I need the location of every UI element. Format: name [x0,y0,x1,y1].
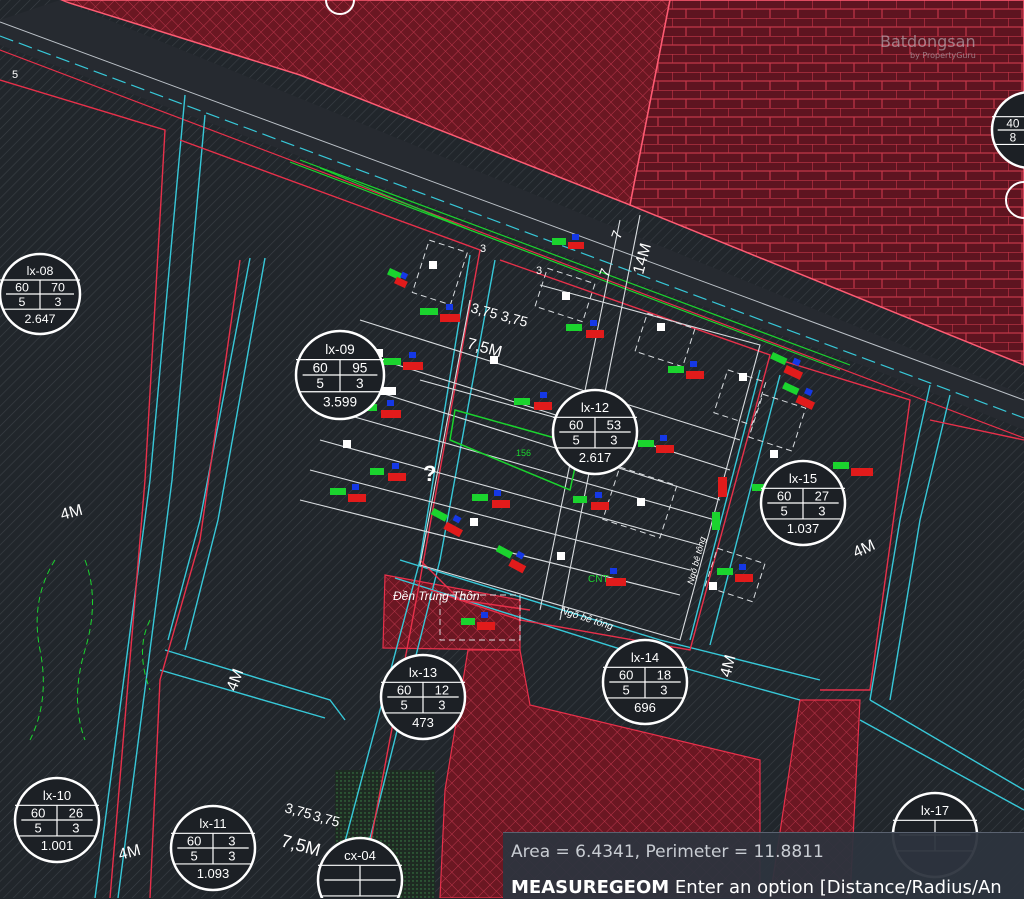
lot-badge-area: 2.617 [579,450,612,465]
lot-badge-a: 60 [619,667,633,682]
lot-badge-d: 3 [228,849,235,864]
lot-badge-b: 53 [607,417,621,432]
temple-label: Đền Trung Thôn [393,589,480,603]
lot-badge-b: 95 [352,360,367,375]
lot-badge-d: 3 [72,821,79,836]
command-prompt[interactable]: MEASUREGEOM Enter an option [Distance/Ra… [511,877,1024,898]
lot-badge-area: 1.093 [197,866,230,881]
lot-badge-id: lx-12 [581,400,609,415]
dim-3-a: 3 [480,243,486,255]
lot-badge-c: 8 [1010,131,1017,144]
lot-badge-b: 12 [435,682,449,697]
watermark: Batdongsan by PropertyGuru [880,32,976,60]
lot-badge-b: 70 [51,281,65,295]
lot-badge-area: 1.037 [787,521,820,536]
lot-badge-d: 3 [660,683,667,698]
lot-badge-a: 60 [15,281,29,295]
lot-badge-area: 473 [412,715,434,730]
lot-badge-d: 3 [356,376,364,391]
measure-result: Area = 6.4341, Perimeter = 11.8811 [511,842,824,862]
lot-badge-lx-09: lx-09 60 95 5 3 3.599 [294,329,386,421]
lot-badge-lx-11: lx-11 60 3 5 3 1.093 [169,804,257,892]
lot-badge-d: 3 [55,295,62,309]
lot-badge-b: 26 [69,805,83,820]
command-name: MEASUREGEOM [511,877,670,898]
lot-badge-b: 18 [657,667,671,682]
lot-badge-id: lx-13 [409,665,437,680]
lot-badge-c: 5 [400,698,407,713]
lot-badge-id: lx-14 [631,650,659,665]
command-line-panel[interactable]: Area = 6.4341, Perimeter = 11.8811 MEASU… [503,832,1024,899]
lot-badge-area: 1.001 [41,838,74,853]
lot-badge-b: 27 [815,488,829,503]
lot-badge-id: lx-10 [43,788,71,803]
lot-badge-id: lx-09 [325,342,355,357]
watermark-sub: by PropertyGuru [910,51,976,60]
lot-badge-area: 2.647 [24,312,55,326]
lot-badge-id: lx-08 [27,264,54,278]
question-mark: ? [423,461,436,486]
lot-badge-d: 3 [438,698,445,713]
lot-badge-d: 3 [818,504,825,519]
lot-badge-c: 5 [190,849,197,864]
num-156-label: 156 [516,448,531,458]
lot-badge-c: 5 [622,683,629,698]
cad-map-canvas[interactable]: 4M 4M 4M 4M 4M 14M 7,5M 7,5M 3,75 3,75 3… [0,0,1024,898]
command-options: Enter an option [Distance/Radius/An [674,877,1002,898]
watermark-brand: Batdongsan [880,32,976,51]
lot-badge-area: 696 [634,700,656,715]
lot-badge-id: lx-11 [199,816,226,831]
lot-badge-a: 60 [397,682,411,697]
lot-badge-lx-15: lx-15 60 27 5 3 1.037 [759,459,847,547]
lot-badge-id: lx-17 [921,803,949,818]
lot-badge-a: 60 [187,833,201,848]
lot-badge-a: 60 [777,488,791,503]
lot-badge-a: 60 [31,805,45,820]
lot-badge-lx-13: lx-13 60 12 5 3 473 [379,653,467,741]
lot-badge-a: 60 [313,360,329,375]
lot-badge-c: 5 [316,376,324,391]
lot-badge-lx-08: lx-08 60 70 5 32.647 [0,252,82,336]
dim-3-b: 3 [536,265,542,277]
lot-badge-id: cx-04 [344,848,376,863]
lot-badge-lx-10: lx-10 60 26 5 3 1.001 [13,776,101,864]
lot-badge-c: 5 [572,433,579,448]
lot-badge-c: 5 [19,295,26,309]
lot-badge-c: 5 [780,504,787,519]
lot-badge-lx-12: lx-1260 535 32.617 [551,388,639,476]
lot-badge-b: 3 [228,833,235,848]
lot-badge-a: 60 [569,417,583,432]
lot-badge-c: 5 [34,821,41,836]
lot-badge-area: 3.599 [323,395,357,410]
lot-badge-lx-14: lx-14 60 18 5 3 696 [601,638,689,726]
cnt-label: CNT [588,574,609,585]
lot-badge-a: 40 [1006,118,1020,131]
dim-5: 5 [12,69,18,81]
lot-badge-id: lx-15 [789,471,817,486]
lot-badge-d: 3 [610,433,617,448]
